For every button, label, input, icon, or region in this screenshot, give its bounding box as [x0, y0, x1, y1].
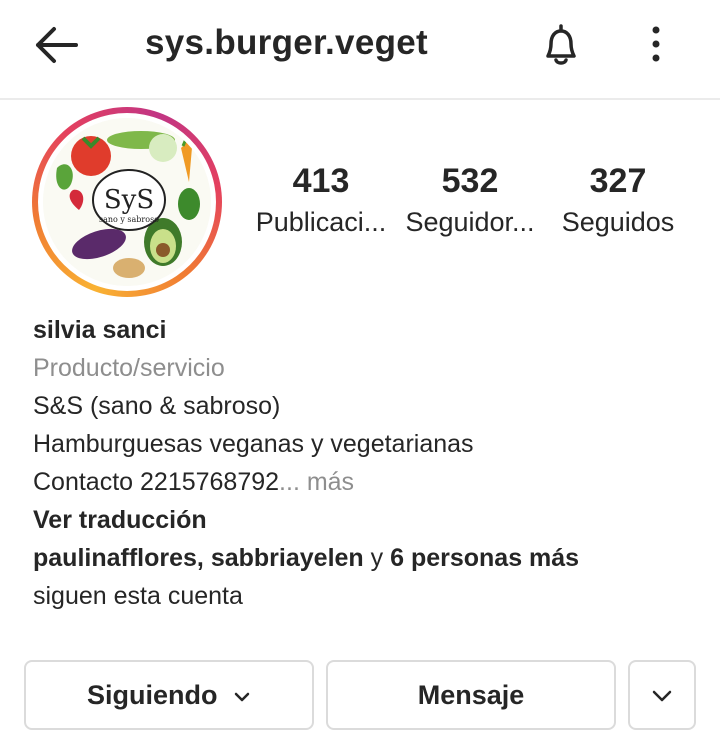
- logo-text: SyS: [104, 185, 154, 215]
- avatar-image: SyS sano y sabroso: [43, 118, 211, 286]
- following-button-label: Siguiendo: [86, 680, 218, 710]
- profile-avatar[interactable]: SyS sano y sabroso: [32, 107, 222, 297]
- vegetable-logo-image: SyS sano y sabroso: [43, 118, 211, 286]
- followers-count: 532: [441, 162, 499, 200]
- see-translation-link[interactable]: Ver traducción: [33, 501, 693, 539]
- following-stat[interactable]: 327 Seguidos: [552, 162, 684, 238]
- followed-by-line: paulinafflores, sabbriayelen y 6 persona…: [33, 544, 580, 572]
- bell-icon: [546, 24, 576, 65]
- followers-stat[interactable]: 532 Seguidor...: [400, 162, 540, 238]
- profile-username-title: sys.burger.veget: [145, 23, 428, 62]
- logo-tagline: sano y sabroso: [99, 215, 159, 224]
- posts-label: Publicaci...: [255, 207, 387, 237]
- follower-link-1[interactable]: paulinafflores: [33, 544, 197, 572]
- more-vertical-icon: [652, 26, 660, 62]
- followers-label: Seguidor...: [405, 207, 535, 237]
- following-label: Seguidos: [561, 207, 675, 237]
- back-button[interactable]: [30, 22, 82, 68]
- chevron-down-icon: [652, 690, 672, 702]
- arrow-left-icon: [36, 27, 78, 63]
- posts-stat[interactable]: 413 Publicaci...: [250, 162, 392, 238]
- message-button-label: Mensaje: [417, 680, 525, 710]
- following-count: 327: [589, 162, 647, 200]
- others-following-link[interactable]: 6 personas más: [390, 544, 579, 572]
- bio-line-1: S&S (sano & sabroso): [33, 392, 281, 420]
- profile-category: Producto/servicio: [33, 354, 225, 382]
- bio-line-3: Contacto 2215768792: [33, 468, 280, 496]
- bio-line-3-row: Contacto 2215768792... más: [33, 463, 693, 501]
- follower-link-2[interactable]: sabbriayelen: [211, 544, 364, 572]
- more-options-button[interactable]: [640, 22, 672, 68]
- posts-count: 413: [292, 162, 350, 200]
- followed-by-suffix: siguen esta cuenta: [33, 582, 243, 610]
- header-divider: [0, 98, 720, 100]
- profile-bio: silvia sanci Producto/servicio S&S (sano…: [33, 311, 693, 615]
- top-app-bar: sys.burger.veget: [0, 0, 720, 98]
- bio-line-2: Hamburguesas veganas y vegetarianas: [33, 430, 474, 458]
- chevron-down-icon: [234, 692, 250, 702]
- profile-name: silvia sanci: [33, 316, 167, 344]
- more-link[interactable]: ... más: [279, 468, 354, 496]
- notifications-button[interactable]: [536, 20, 586, 70]
